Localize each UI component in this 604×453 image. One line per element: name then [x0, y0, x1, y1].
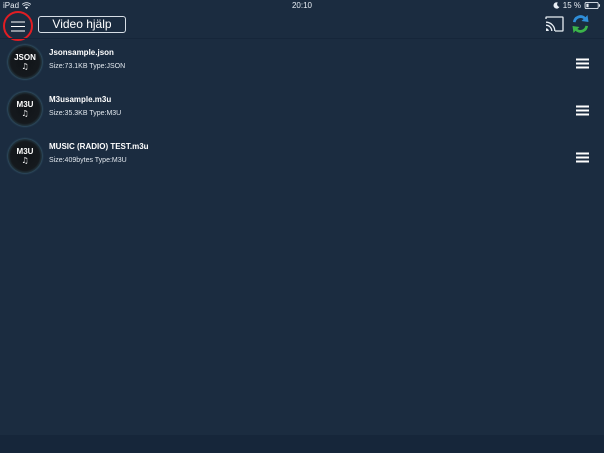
- status-bar-right: 15 %: [553, 0, 601, 11]
- file-row[interactable]: JSON ♫ Jsonsample.json Size:73.1KB Type:…: [0, 39, 604, 86]
- file-thumbnail: JSON ♫: [8, 45, 42, 79]
- hamburger-menu-icon: [11, 21, 25, 31]
- file-name: M3usample.m3u: [49, 95, 112, 104]
- sync-icon[interactable]: [570, 13, 591, 35]
- music-note-icon: ♫: [21, 62, 29, 71]
- file-row[interactable]: M3U ♫ MUSIC (RADIO) TEST.m3u Size:409byt…: [0, 133, 604, 180]
- row-options-button[interactable]: [576, 56, 589, 69]
- battery-percent: 15 %: [562, 1, 581, 10]
- hamburger-icon: [576, 58, 589, 69]
- row-options-button[interactable]: [576, 150, 589, 163]
- music-note-icon: ♫: [21, 109, 29, 118]
- bottom-bar: [0, 435, 604, 453]
- hamburger-icon: [576, 105, 589, 116]
- file-list: JSON ♫ Jsonsample.json Size:73.1KB Type:…: [0, 39, 604, 180]
- file-meta: Size:409bytes Type:M3U: [49, 157, 127, 164]
- page-title[interactable]: Video hjälp: [38, 16, 126, 33]
- cast-icon[interactable]: [545, 16, 564, 32]
- file-name: Jsonsample.json: [49, 48, 114, 57]
- file-type-badge: JSON: [14, 53, 36, 62]
- hamburger-icon: [576, 152, 589, 163]
- file-meta: Size:35.3KB Type:M3U: [49, 110, 122, 117]
- file-thumbnail: M3U ♫: [8, 139, 42, 173]
- file-meta: Size:73.1KB Type:JSON: [49, 63, 126, 70]
- file-name: MUSIC (RADIO) TEST.m3u: [49, 142, 149, 151]
- file-type-badge: M3U: [16, 147, 34, 156]
- status-bar: iPad 20:10 15 %: [0, 0, 604, 11]
- nav-bar: Video hjälp: [0, 11, 604, 41]
- music-note-icon: ♫: [21, 156, 29, 165]
- file-thumbnail: M3U ♫: [8, 92, 42, 126]
- battery-icon: [584, 2, 601, 9]
- status-time: 20:10: [291, 1, 313, 10]
- row-options-button[interactable]: [576, 103, 589, 116]
- menu-button[interactable]: [3, 11, 33, 41]
- file-row[interactable]: M3U ♫ M3usample.m3u Size:35.3KB Type:M3U: [0, 86, 604, 133]
- file-type-badge: M3U: [16, 100, 34, 109]
- moon-icon: [553, 2, 560, 9]
